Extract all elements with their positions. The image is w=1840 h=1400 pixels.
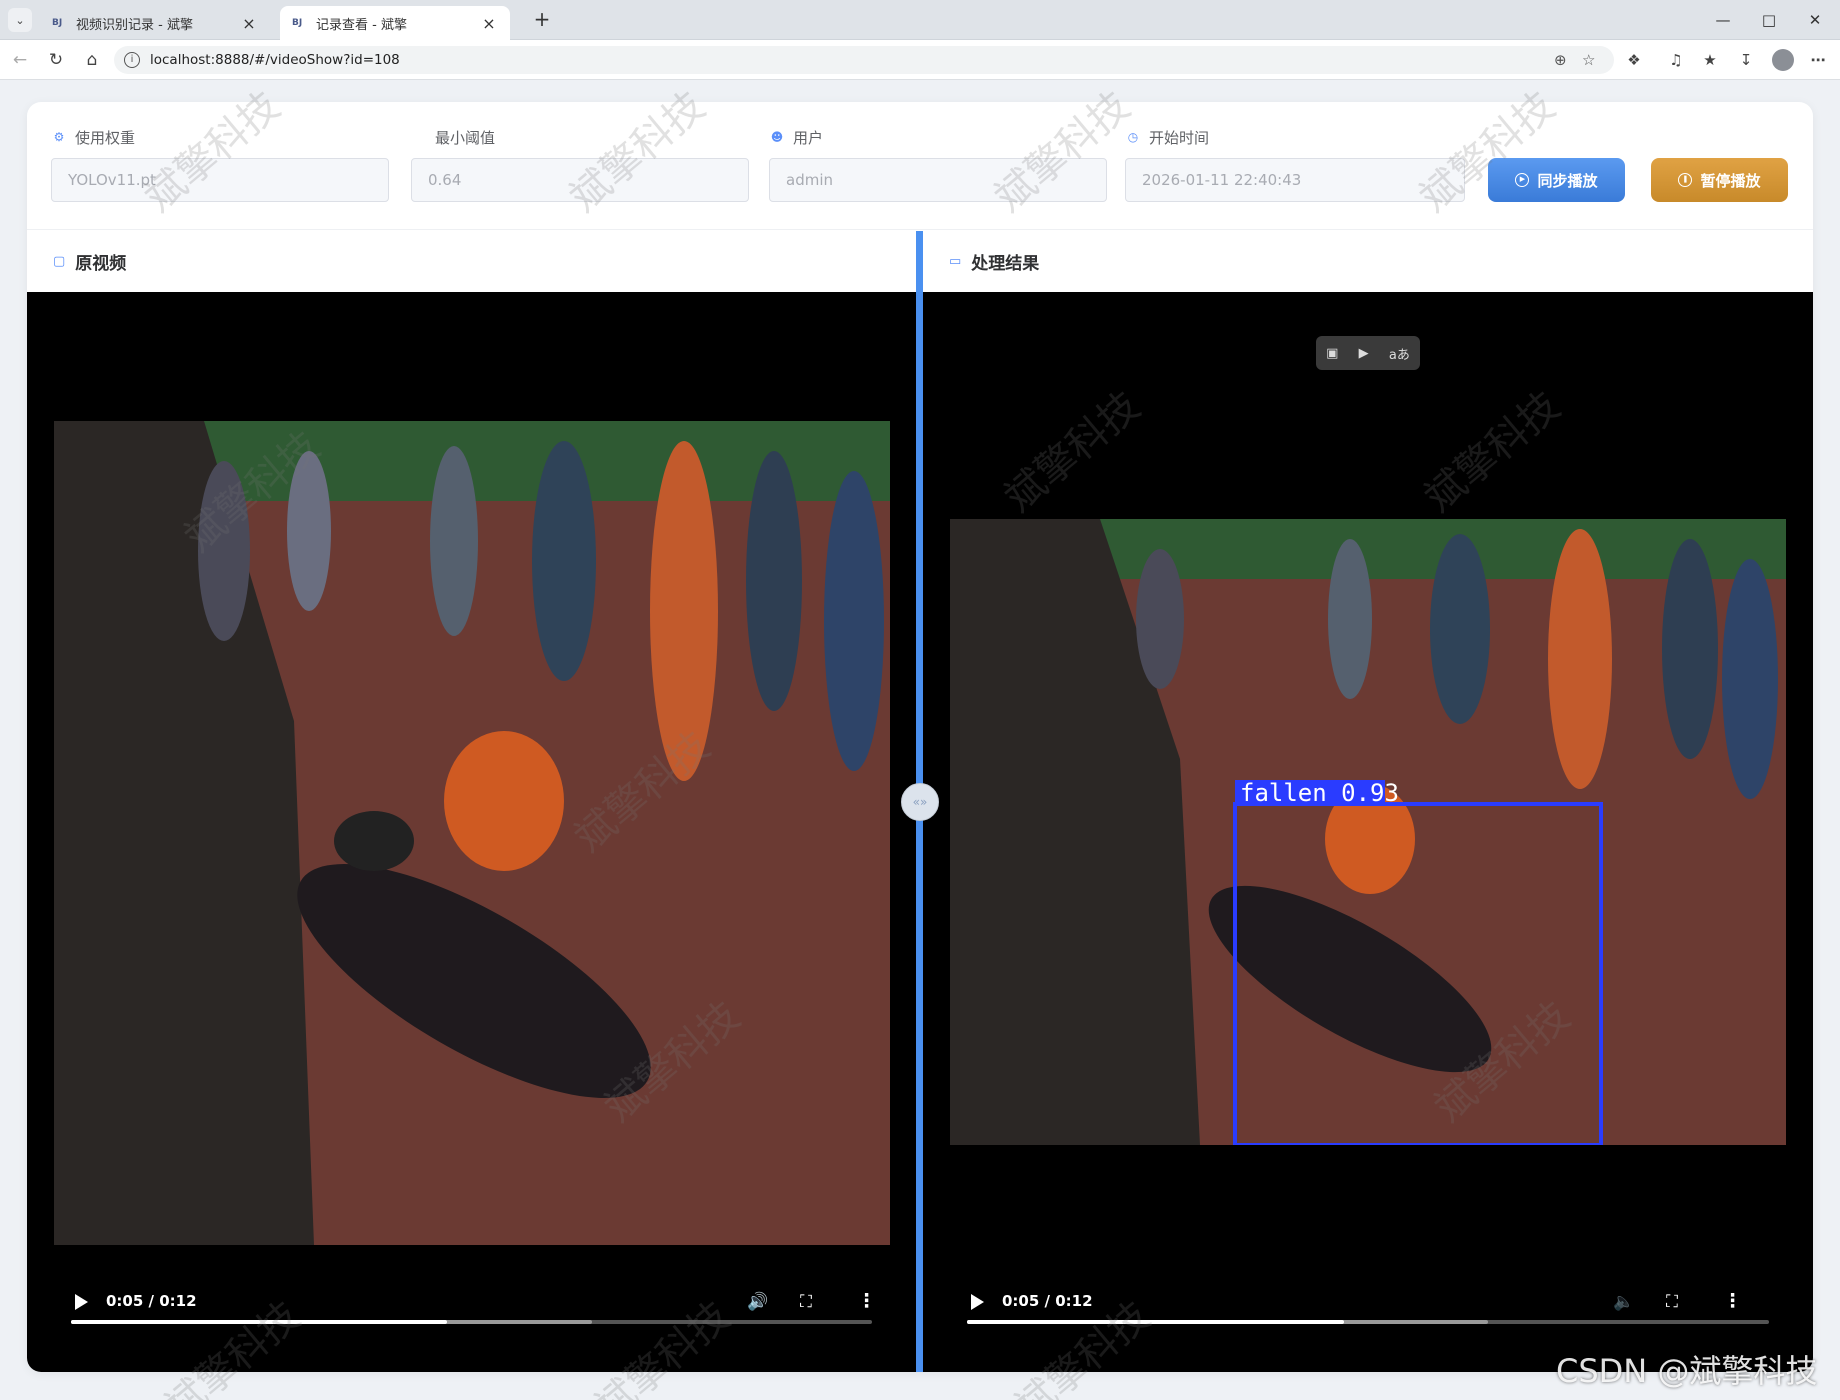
reload-icon[interactable]: ↻ [44,48,68,72]
favicon-icon: BJ [52,18,63,28]
start-time-label: 开始时间 [1149,128,1210,147]
threshold-input[interactable]: 0.64 [411,158,749,202]
tab-title: 记录查看 - 斌擎 [316,17,407,33]
fullscreen-icon[interactable]: ⛶ [1666,1292,1678,1312]
extensions-puzzle-icon[interactable]: ❖ [1622,48,1646,72]
sync-play-button[interactable]: ▶ 同步播放 [1488,158,1625,202]
camera-icon: ▢ [53,254,66,269]
chip-icon: ⚙ [53,130,65,144]
start-time-input[interactable]: 2026-01-11 22:40:43 [1125,158,1465,202]
clock-icon: ◷ [1127,130,1139,144]
zoom-icon[interactable]: ⊕ [1554,51,1567,69]
volume-icon[interactable]: 🔊 [747,1292,768,1312]
back-arrow-icon[interactable]: ← [8,48,32,72]
tab-list-chevron-icon[interactable]: ⌄ [8,8,32,32]
play-circle-icon: ▶ [1515,173,1530,187]
filter-bar: ⚙ 使用权重 YOLOv11.pt 最小阈值 0.64 ☻ 用户 admin ◷ 开始… [27,102,1813,230]
sync-play-label: 同步播放 [1537,171,1598,190]
download-icon[interactable]: ↧ [1734,48,1758,72]
settings-more-icon[interactable]: ⋯ [1806,48,1830,72]
translate-icon[interactable]: aあ [1389,344,1410,363]
favorite-star-icon[interactable]: ☆ [1582,51,1595,69]
profile-avatar[interactable] [1772,49,1794,71]
media-icon[interactable]: ♫ [1664,48,1688,72]
result-video-frame[interactable]: fallen 0.93 [950,519,1786,1145]
video-capture-icon[interactable]: ▶ [1359,346,1369,361]
browser-tab-strip: ⌄ BJ 视频识别记录 - 斌擎 × BJ 记录查看 - 斌擎 × + — □ … [0,0,1840,40]
split-drag-handle-icon[interactable]: «» [901,783,939,821]
url-text: localhost:8888/#/videoShow?id=108 [150,52,400,68]
record-view-card: ⚙ 使用权重 YOLOv11.pt 最小阈值 0.64 ☻ 用户 admin ◷ 开始… [27,102,1813,1372]
muted-volume-icon[interactable]: 🔈 [1613,1292,1634,1312]
site-info-icon[interactable]: i [124,52,140,68]
weights-label: 使用权重 [75,128,136,147]
picture-in-picture-icon[interactable]: ▣ [1326,346,1338,361]
close-tab-icon[interactable]: × [240,14,258,33]
tab-record-view[interactable]: BJ 记录查看 - 斌擎 × [280,6,510,40]
user-icon: ☻ [770,130,784,144]
result-video-header: ▭ 处理结果 [923,231,1813,292]
fullscreen-icon[interactable]: ⛶ [800,1292,812,1312]
threshold-field-group: 最小阈值 0.64 [411,126,749,202]
start-time-field-group: ◷ 开始时间 2026-01-11 22:40:43 [1125,126,1465,202]
threshold-label: 最小阈值 [435,128,496,147]
original-video-time: 0:05 / 0:12 [106,1292,197,1310]
pause-circle-icon: ❚ [1678,173,1693,187]
home-icon[interactable]: ⌂ [80,48,104,72]
close-tab-icon[interactable]: × [480,14,498,33]
detection-label: fallen 0.93 [1240,779,1399,807]
more-options-icon[interactable]: ⋮ [857,1290,876,1312]
result-video-time: 0:05 / 0:12 [1002,1292,1093,1310]
user-label: 用户 [793,128,824,147]
weights-input[interactable]: YOLOv11.pt [51,158,389,202]
monitor-icon: ▭ [949,254,962,269]
result-video-panel: ▭ 处理结果 fallen 0.93 0:05 / 0:12 🔈 ⛶ ⋮ [923,231,1813,1372]
video-overlay-toolbar: ▣ ▶ aあ [1316,336,1420,370]
original-video-frame[interactable] [54,421,890,1245]
url-field[interactable]: i localhost:8888/#/videoShow?id=108 ⊕ ☆ [114,46,1614,74]
window-close-icon[interactable]: ✕ [1792,0,1838,40]
pause-play-button[interactable]: ❚ 暂停播放 [1651,158,1788,202]
favicon-icon: BJ [292,18,303,28]
browser-address-bar: ← ↻ ⌂ i localhost:8888/#/videoShow?id=10… [0,40,1840,80]
user-input[interactable]: admin [769,158,1107,202]
user-field-group: ☻ 用户 admin [769,126,1107,202]
csdn-watermark: CSDN @斌擎科技 [1556,1352,1818,1390]
tab-video-records[interactable]: BJ 视频识别记录 - 斌擎 × [40,6,270,40]
pause-play-label: 暂停播放 [1700,171,1761,190]
original-video-scene [54,421,890,1245]
original-video-progress[interactable] [71,1320,872,1324]
minimize-icon[interactable]: — [1700,0,1746,40]
tab-title: 视频识别记录 - 斌擎 [76,17,193,33]
original-video-panel: ▢ 原视频 0:05 / 0:12 🔊 ⛶ ⋮ [27,231,916,1372]
played-bar [967,1320,1344,1324]
maximize-icon[interactable]: □ [1746,0,1792,40]
result-video-scene: fallen 0.93 [950,519,1786,1145]
original-video-title: 原视频 [75,254,127,274]
weights-field-group: ⚙ 使用权重 YOLOv11.pt [51,126,389,202]
more-options-icon[interactable]: ⋮ [1723,1290,1742,1312]
result-video-progress[interactable] [967,1320,1769,1324]
play-icon[interactable] [75,1294,88,1310]
result-video-title: 处理结果 [971,254,1040,274]
new-tab-plus-icon[interactable]: + [530,8,554,32]
played-bar [71,1320,448,1324]
collections-icon[interactable]: ★ [1698,48,1722,72]
original-video-header: ▢ 原视频 [27,231,916,292]
play-icon[interactable] [971,1294,984,1310]
